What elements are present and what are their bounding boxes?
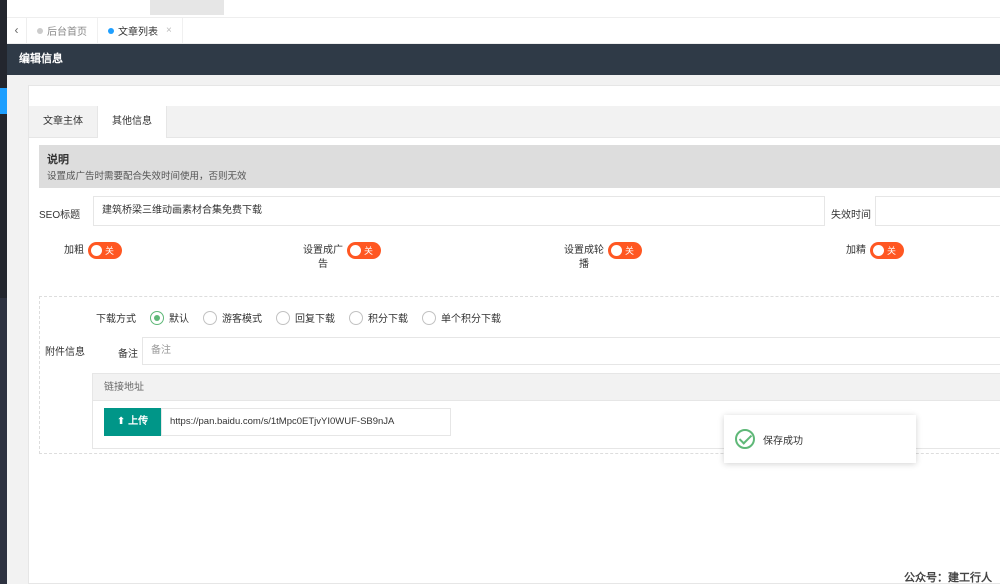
- sidebar-active-indicator: [0, 88, 7, 114]
- left-sidebar-strip: [0, 0, 7, 584]
- tab-article-list-label: 文章列表: [118, 27, 158, 38]
- radio-label: 单个积分下载: [441, 314, 501, 325]
- carousel-toggle[interactable]: 关: [608, 242, 642, 259]
- expire-time-input[interactable]: [875, 196, 1000, 226]
- bold-toggle[interactable]: 关: [88, 242, 122, 259]
- switch-ad-label: 设置成广告: [303, 245, 343, 270]
- seo-title-label: SEO标题: [39, 210, 81, 221]
- ad-toggle[interactable]: 关: [347, 242, 381, 259]
- close-icon[interactable]: ×: [166, 25, 172, 36]
- note-box: 说明 设置成广告时需要配合失效时间使用，否则无效: [39, 145, 1000, 188]
- radio-default[interactable]: 默认: [150, 310, 189, 325]
- toggle-knob: [611, 245, 622, 256]
- top-gray-tab[interactable]: [150, 0, 224, 15]
- radio-circle: [150, 310, 164, 325]
- download-mode-row: 下载方式 默认 游客模式 回复下载 积分下载 单个积分下载: [96, 310, 501, 325]
- remark-row: 备注 备注: [96, 337, 1000, 365]
- switch-featured: 加精 关: [846, 242, 904, 259]
- success-toast: 保存成功: [724, 415, 916, 463]
- toggle-state: 关: [364, 246, 374, 256]
- toggle-state: 关: [887, 246, 897, 256]
- seo-row: SEO标题 建筑桥梁三维动画素材合集免费下载 失效时间: [39, 196, 1000, 228]
- check-circle-icon: [735, 429, 755, 449]
- form-tabs: 文章主体 其他信息: [29, 106, 1000, 138]
- radio-label: 游客模式: [222, 314, 262, 325]
- toggle-knob: [350, 245, 361, 256]
- radio-guest-mode[interactable]: 游客模式: [203, 310, 262, 325]
- tab-home[interactable]: 后台首页: [27, 18, 98, 43]
- toast-message: 保存成功: [763, 435, 803, 447]
- note-title: 说明: [47, 154, 69, 166]
- page-title: 编辑信息: [19, 53, 63, 65]
- toggle-knob: [873, 245, 884, 256]
- upload-label: 上传: [128, 416, 149, 427]
- sidebar-dark-area: [0, 0, 7, 298]
- url-input[interactable]: https://pan.baidu.com/s/1tMpc0ETjvYI0WUF…: [161, 408, 451, 436]
- form-panel: 文章主体 其他信息 说明 设置成广告时需要配合失效时间使用，否则无效 SEO标题…: [28, 85, 1000, 584]
- radio-label: 积分下载: [368, 314, 408, 325]
- tab-article-list[interactable]: 文章列表 ×: [98, 18, 183, 43]
- remark-label: 备注: [118, 349, 138, 360]
- chevron-left-icon[interactable]: ‹: [7, 18, 27, 43]
- radio-single-points-download[interactable]: 单个积分下载: [422, 310, 501, 325]
- radio-label: 回复下载: [295, 314, 335, 325]
- seo-title-input[interactable]: 建筑桥梁三维动画素材合集免费下载: [93, 196, 825, 226]
- page-header: 编辑信息: [7, 44, 1000, 75]
- tab-dot-icon: [108, 27, 114, 34]
- page-tab-bar: ‹ 后台首页 文章列表 ×: [7, 17, 1000, 44]
- radio-points-download[interactable]: 积分下载: [349, 310, 408, 325]
- switch-carousel-label: 设置成轮播: [564, 245, 604, 270]
- radio-label: 默认: [169, 314, 189, 325]
- switch-carousel: 设置成轮播 关: [564, 242, 642, 272]
- toggle-state: 关: [625, 246, 635, 256]
- note-desc: 设置成广告时需要配合失效时间使用，否则无效: [47, 171, 247, 182]
- radio-circle: [276, 310, 290, 325]
- toggle-state: 关: [105, 246, 115, 256]
- download-mode-label: 下载方式: [96, 314, 136, 325]
- main-content: 文章主体 其他信息 说明 设置成广告时需要配合失效时间使用，否则无效 SEO标题…: [7, 75, 1000, 584]
- switch-bold: 加粗 关: [64, 242, 122, 259]
- upload-icon: ⬆: [116, 416, 126, 427]
- remark-input[interactable]: 备注: [142, 337, 1000, 365]
- switch-featured-label: 加精: [846, 245, 866, 256]
- attachment-label: 附件信息: [45, 347, 85, 358]
- radio-circle: [422, 310, 436, 325]
- tab-other-info[interactable]: 其他信息: [97, 106, 167, 138]
- toggle-knob: [91, 245, 102, 256]
- tab-dot-icon: [37, 27, 43, 34]
- upload-button[interactable]: ⬆ 上传: [104, 408, 161, 436]
- link-header: 链接地址: [93, 374, 1000, 401]
- tab-home-label: 后台首页: [47, 27, 87, 38]
- expire-time-label: 失效时间: [831, 210, 871, 221]
- featured-toggle[interactable]: 关: [870, 242, 904, 259]
- switch-ad: 设置成广告 关: [303, 242, 381, 272]
- radio-circle: [349, 310, 363, 325]
- top-bar: [7, 0, 1000, 17]
- watermark: 公众号：建工行人: [904, 572, 992, 584]
- radio-circle: [203, 310, 217, 325]
- switch-bold-label: 加粗: [64, 245, 84, 256]
- tab-article-body[interactable]: 文章主体: [29, 106, 97, 137]
- radio-reply-download[interactable]: 回复下载: [276, 310, 335, 325]
